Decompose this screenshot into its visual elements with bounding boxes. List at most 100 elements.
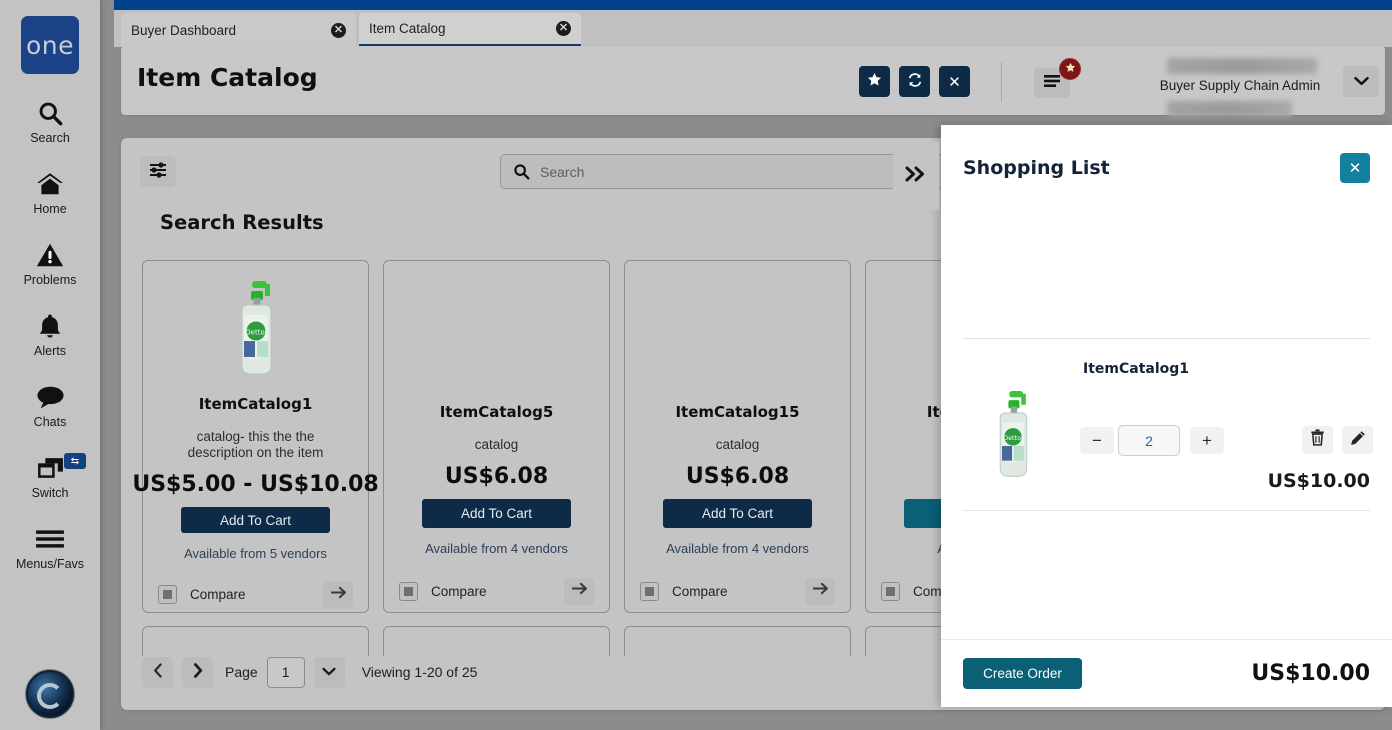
- arrow-right-icon: [330, 586, 347, 604]
- sliders-filter-icon: [148, 161, 168, 183]
- home-icon: [36, 167, 64, 201]
- logo-text: one: [25, 30, 75, 60]
- product-price: US$5.00 - US$10.08: [132, 472, 379, 497]
- divider: [963, 510, 1370, 511]
- chevron-right-icon: [193, 662, 203, 682]
- warning-triangle-icon: [36, 238, 64, 272]
- compare-label: Compare: [431, 583, 487, 599]
- view-details-button[interactable]: [564, 577, 594, 605]
- close-drawer-button[interactable]: ✕: [1340, 153, 1370, 183]
- tab-item-catalog[interactable]: Item Catalog ✕: [359, 13, 581, 47]
- page-size-dropdown-button[interactable]: [313, 656, 345, 688]
- sidebar-item-switch[interactable]: ⇆ Switch: [0, 451, 100, 500]
- product-name: ItemCatalog1: [198, 395, 313, 413]
- shopping-list-header: Shopping List ✕: [941, 125, 1392, 213]
- search-icon: [513, 163, 530, 180]
- product-description: catalog- this the the description on the…: [187, 429, 324, 460]
- user-menu-caret-button[interactable]: [1343, 66, 1379, 97]
- product-image: Dettol: [232, 279, 280, 379]
- page-title: Item Catalog: [137, 63, 318, 92]
- bell-icon: [37, 309, 63, 343]
- top-accent-bar: [114, 0, 1392, 10]
- add-to-cart-button[interactable]: Add To Cart: [422, 499, 571, 528]
- product-name: ItemCatalog5: [439, 403, 554, 421]
- hamburger-icon: [35, 522, 65, 556]
- item-thumbnail: Dettol: [991, 389, 1035, 486]
- pencil-icon: [1350, 430, 1366, 451]
- next-page-button[interactable]: [182, 656, 213, 688]
- item-line-total: US$10.00: [1267, 470, 1370, 492]
- pagination-bar: Page Viewing 1-20 of 25: [142, 650, 477, 694]
- view-details-button[interactable]: [805, 577, 835, 605]
- sidebar-item-search[interactable]: Search: [0, 96, 100, 145]
- tab-label: Item Catalog: [369, 21, 446, 36]
- avatar[interactable]: [26, 670, 74, 718]
- delete-item-button[interactable]: [1302, 426, 1333, 454]
- compare-checkbox[interactable]: [158, 585, 177, 605]
- close-icon[interactable]: ✕: [556, 21, 571, 36]
- filter-button[interactable]: [140, 156, 176, 187]
- redacted-org-line: [1167, 101, 1292, 117]
- chevron-left-icon: [153, 662, 163, 682]
- grand-total: US$10.00: [1251, 661, 1370, 686]
- swap-arrows-icon[interactable]: ⇆: [64, 453, 86, 469]
- star-icon: [867, 72, 882, 91]
- collapse-shopping-list-button[interactable]: [893, 142, 939, 210]
- vendor-count-label: Available from 4 vendors: [425, 541, 568, 556]
- product-card[interactable]: Dettol ItemCatalog1 catalog- this the th…: [132, 260, 379, 613]
- refresh-button[interactable]: [899, 66, 930, 97]
- compare-checkbox[interactable]: [881, 581, 900, 601]
- trash-icon: [1310, 429, 1325, 451]
- quantity-input[interactable]: [1118, 425, 1180, 456]
- product-price: US$6.08: [444, 464, 549, 489]
- sidebar-item-problems[interactable]: Problems: [0, 238, 100, 287]
- compare-checkbox[interactable]: [399, 581, 418, 601]
- chat-bubble-icon: [36, 380, 65, 414]
- product-name: ItemCatalog15: [675, 403, 800, 421]
- compare-label: Compare: [190, 587, 246, 603]
- search-icon: [37, 96, 64, 130]
- chevron-down-icon: [1353, 73, 1369, 91]
- add-to-cart-button[interactable]: Add To Cart: [181, 507, 330, 534]
- page-number-input[interactable]: [266, 656, 305, 688]
- list-menu-icon: [1043, 74, 1061, 93]
- user-role-label: Buyer Supply Chain Admin: [1159, 78, 1321, 93]
- sidebar-label-problems: Problems: [23, 273, 77, 287]
- increase-quantity-button[interactable]: +: [1190, 427, 1224, 454]
- sidebar-label-alerts: Alerts: [34, 344, 66, 358]
- product-card[interactable]: ItemCatalog5 catalog US$6.08 Add To Cart…: [383, 260, 610, 613]
- left-nav-rail: one Search Home Problems Alerts Chats ⇆ …: [0, 0, 100, 730]
- close-page-button[interactable]: ✕: [939, 66, 970, 97]
- close-icon[interactable]: ✕: [331, 22, 346, 38]
- one-logo[interactable]: one: [21, 16, 79, 74]
- sidebar-item-menus-favs[interactable]: Menus/Favs: [0, 522, 100, 571]
- svg-text:Dettol: Dettol: [245, 329, 266, 337]
- page-label: Page: [225, 664, 258, 680]
- x-icon: ✕: [948, 73, 961, 91]
- product-card[interactable]: [624, 626, 851, 656]
- view-details-button[interactable]: [323, 581, 353, 609]
- decrease-quantity-button[interactable]: −: [1080, 427, 1114, 454]
- user-profile[interactable]: Buyer Supply Chain Admin: [1145, 56, 1335, 117]
- product-card[interactable]: ItemCatalog15 catalog US$6.08 Add To Car…: [624, 260, 851, 613]
- vendor-count-label: Available from 4 vendors: [666, 541, 809, 556]
- add-to-cart-button[interactable]: Add To Cart: [663, 499, 812, 528]
- create-order-button[interactable]: Create Order: [963, 658, 1082, 689]
- tab-buyer-dashboard[interactable]: Buyer Dashboard ✕: [121, 13, 356, 47]
- sidebar-label-switch: Switch: [31, 486, 69, 500]
- shopping-list-title: Shopping List: [963, 157, 1110, 179]
- compare-checkbox[interactable]: [640, 581, 659, 601]
- double-chevron-right-icon: [904, 166, 928, 187]
- search-results-heading: Search Results: [160, 211, 324, 234]
- edit-item-button[interactable]: [1342, 426, 1373, 454]
- prev-page-button[interactable]: [142, 656, 173, 688]
- tab-strip: Buyer Dashboard ✕ Item Catalog ✕: [114, 10, 1392, 47]
- sidebar-item-home[interactable]: Home: [0, 167, 100, 216]
- card-footer: Compare: [143, 577, 368, 612]
- product-description: catalog: [474, 437, 519, 452]
- sidebar-item-chats[interactable]: Chats: [0, 380, 100, 429]
- shopping-list-drawer: Shopping List ✕ ItemCatalog1 Dettol − 2 …: [941, 125, 1392, 707]
- sidebar-item-alerts[interactable]: Alerts: [0, 309, 100, 358]
- favorite-button[interactable]: [859, 66, 890, 97]
- star-icon: [1065, 62, 1076, 76]
